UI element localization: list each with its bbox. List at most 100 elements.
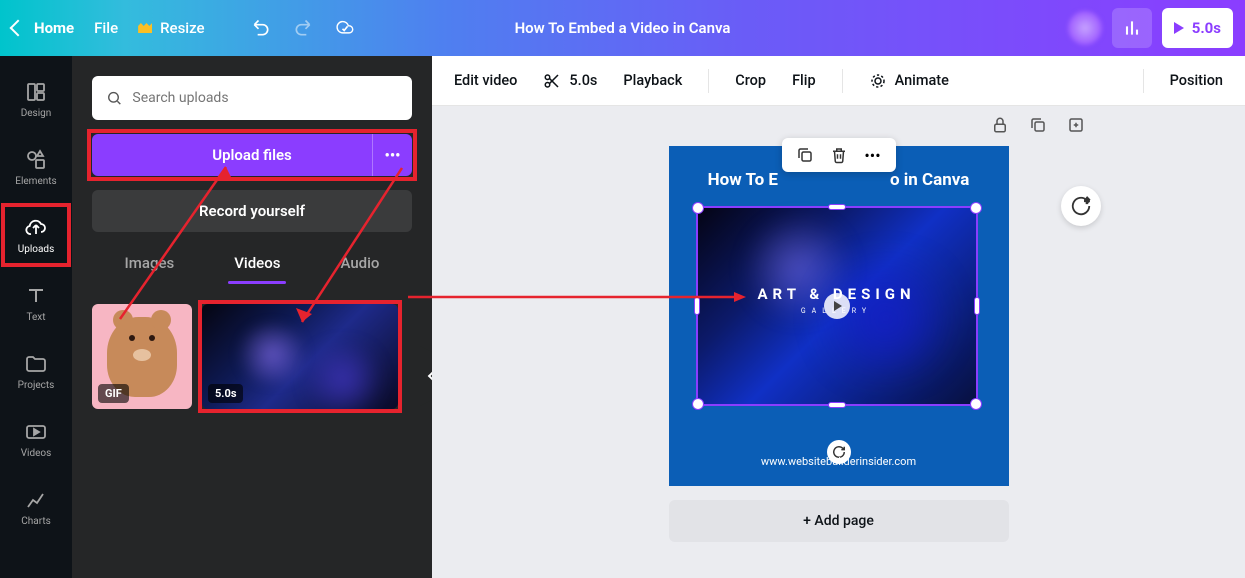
analytics-button[interactable] — [1112, 8, 1152, 48]
gif-thumbnail[interactable]: GIF — [92, 304, 192, 409]
tab-images[interactable]: Images — [125, 254, 175, 272]
home-label: Home — [34, 19, 74, 37]
edit-video-button[interactable]: Edit video — [454, 72, 517, 89]
left-rail: Design Elements Uploads Text Projects Vi… — [0, 56, 72, 578]
projects-icon — [24, 352, 48, 376]
rail-design[interactable]: Design — [2, 68, 70, 130]
home-button[interactable]: Home — [12, 19, 74, 37]
thumbnails: GIF 5.0s — [92, 304, 412, 409]
canvas-wrap: Edit video 5.0s Playback Crop Flip Anima… — [432, 56, 1245, 578]
upload-label: Upload files — [212, 146, 292, 164]
upload-row: Upload files ••• — [92, 134, 412, 176]
rail-label: Uploads — [18, 244, 54, 255]
resize-button[interactable]: Resize — [138, 19, 204, 37]
scissors-icon — [543, 72, 561, 90]
search-input[interactable] — [132, 90, 398, 106]
crown-icon — [138, 23, 152, 33]
duplicate-icon[interactable] — [1029, 116, 1047, 134]
page-url: www.websitebuilderinsider.com — [761, 455, 916, 468]
file-menu[interactable]: File — [94, 19, 118, 37]
resize-handle[interactable] — [694, 297, 700, 315]
page-title-split: How To E o in Canva — [669, 170, 1009, 190]
resize-handle[interactable] — [692, 398, 704, 410]
regenerate-fab[interactable]: + — [1061, 186, 1101, 226]
crop-button[interactable]: Crop — [735, 72, 766, 89]
panel-tabs: Images Videos Audio — [92, 254, 412, 272]
delete-button[interactable] — [830, 146, 848, 164]
canvas-page[interactable]: ••• How To E o in Canva ART & DESIGN GAL… — [669, 146, 1009, 486]
video-thumbnail[interactable]: 5.0s — [202, 304, 398, 409]
animate-button[interactable]: Animate — [869, 72, 949, 90]
upload-more-button[interactable]: ••• — [372, 134, 412, 176]
resize-handle[interactable] — [692, 202, 704, 214]
top-icon-group — [251, 18, 355, 38]
separator — [1143, 69, 1144, 93]
add-page-label: + Add page — [803, 513, 874, 529]
resize-handle[interactable] — [970, 398, 982, 410]
rail-label: Projects — [18, 380, 55, 391]
tab-audio[interactable]: Audio — [340, 254, 379, 272]
uploads-icon — [24, 216, 48, 240]
add-page-icon[interactable] — [1067, 116, 1085, 134]
annotation-arrow — [116, 161, 236, 321]
rail-videos[interactable]: Videos — [2, 408, 70, 470]
flip-button[interactable]: Flip — [792, 72, 816, 89]
animate-icon — [869, 72, 887, 90]
resize-label: Resize — [160, 19, 204, 37]
record-yourself-button[interactable]: Record yourself — [92, 190, 412, 232]
text-icon — [24, 284, 48, 308]
resize-handle[interactable] — [974, 297, 980, 315]
playback-button[interactable]: Playback — [623, 72, 682, 89]
context-toolbar: Edit video 5.0s Playback Crop Flip Anima… — [432, 56, 1245, 106]
more-button[interactable]: ••• — [864, 146, 882, 164]
elements-icon — [24, 148, 48, 172]
top-bar: Home File Resize How To Embed a Video in… — [0, 0, 1245, 56]
undo-button[interactable] — [251, 18, 271, 38]
rail-label: Charts — [21, 516, 51, 527]
svg-text:+: + — [1085, 196, 1090, 206]
record-label: Record yourself — [199, 202, 305, 220]
charts-icon — [24, 488, 48, 512]
duplicate-button[interactable] — [796, 146, 814, 164]
duration-badge: 5.0s — [208, 384, 243, 403]
editor-viewport: ••• How To E o in Canva ART & DESIGN GAL… — [432, 106, 1245, 578]
rail-uploads[interactable]: Uploads — [2, 204, 70, 266]
video-element[interactable]: ART & DESIGN GALLERY — [696, 206, 978, 406]
document-title[interactable]: How To Embed a Video in Canva — [515, 19, 731, 37]
more-icon: ••• — [864, 146, 880, 165]
top-right-group: 5.0s — [1068, 8, 1233, 48]
annotation-arrow — [292, 164, 412, 324]
rail-label: Elements — [15, 176, 56, 187]
upload-files-button[interactable]: Upload files ••• — [92, 134, 412, 176]
rail-label: Design — [21, 108, 52, 119]
rail-label: Text — [26, 312, 45, 323]
avatar[interactable] — [1068, 11, 1102, 45]
redo-button[interactable] — [293, 18, 313, 38]
trim-duration: 5.0s — [569, 72, 597, 89]
position-button[interactable]: Position — [1170, 72, 1223, 89]
separator — [708, 69, 709, 93]
tab-videos[interactable]: Videos — [234, 254, 280, 272]
videos-icon — [24, 420, 48, 444]
trim-button[interactable]: 5.0s — [543, 72, 597, 90]
resize-handle[interactable] — [828, 204, 846, 210]
animate-label: Animate — [895, 72, 949, 89]
gif-badge: GIF — [98, 384, 129, 403]
rail-charts[interactable]: Charts — [2, 476, 70, 538]
add-page-button[interactable]: + Add page — [669, 500, 1009, 542]
lock-icon[interactable] — [991, 116, 1009, 134]
rail-text[interactable]: Text — [2, 272, 70, 334]
play-icon — [1174, 22, 1184, 34]
back-arrow-icon — [10, 20, 27, 37]
play-center-icon[interactable] — [824, 293, 850, 319]
page-actions — [991, 116, 1085, 134]
rail-elements[interactable]: Elements — [2, 136, 70, 198]
search-box[interactable] — [92, 76, 412, 120]
present-button[interactable]: 5.0s — [1162, 8, 1233, 48]
rail-projects[interactable]: Projects — [2, 340, 70, 402]
present-duration: 5.0s — [1192, 19, 1221, 37]
selection-toolbar: ••• — [782, 138, 896, 172]
resize-handle[interactable] — [970, 202, 982, 214]
cloud-sync-icon[interactable] — [335, 18, 355, 38]
resize-handle[interactable] — [828, 402, 846, 408]
